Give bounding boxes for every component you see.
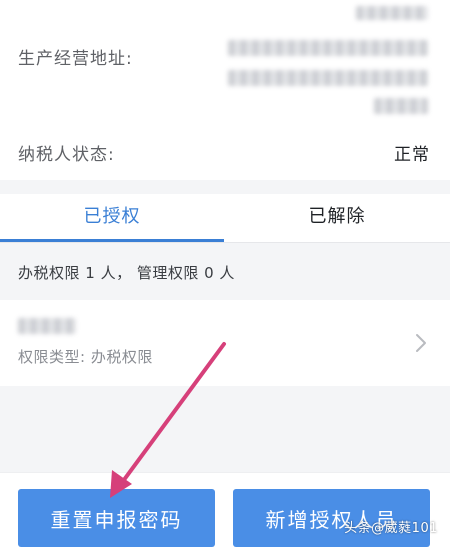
taxpayer-status-label: 纳税人状态: (18, 145, 115, 165)
taxpayer-status-value: 正常 (394, 145, 430, 165)
blurred-person-name (18, 318, 76, 334)
permission-type-text: 权限类型: 办税权限 (18, 348, 153, 366)
action-bar: 重置申报密码 新增授权人员 (0, 472, 450, 550)
tabs-divider (0, 242, 450, 243)
taxpayer-info-card: 生产经营地址: 纳税人状态: 正常 (0, 0, 450, 180)
watermark: 头条@葳蕤101 (344, 521, 438, 536)
blurred-address-line-1 (228, 40, 428, 56)
blurred-address-line-2 (228, 70, 428, 86)
tab-revoked[interactable]: 已解除 (224, 194, 450, 242)
blurred-address-line-3 (374, 98, 428, 114)
tab-authorized[interactable]: 已授权 (0, 194, 224, 242)
chevron-right-icon (416, 334, 426, 352)
blurred-previous-value (356, 6, 428, 20)
reset-declaration-password-button[interactable]: 重置申报密码 (18, 489, 215, 547)
authorized-person-row[interactable]: 权限类型: 办税权限 (0, 300, 450, 386)
address-label: 生产经营地址: (18, 49, 133, 69)
permission-summary: 办税权限 1 人， 管理权限 0 人 (18, 264, 235, 282)
authorization-tabs: 已授权 已解除 (0, 194, 450, 242)
